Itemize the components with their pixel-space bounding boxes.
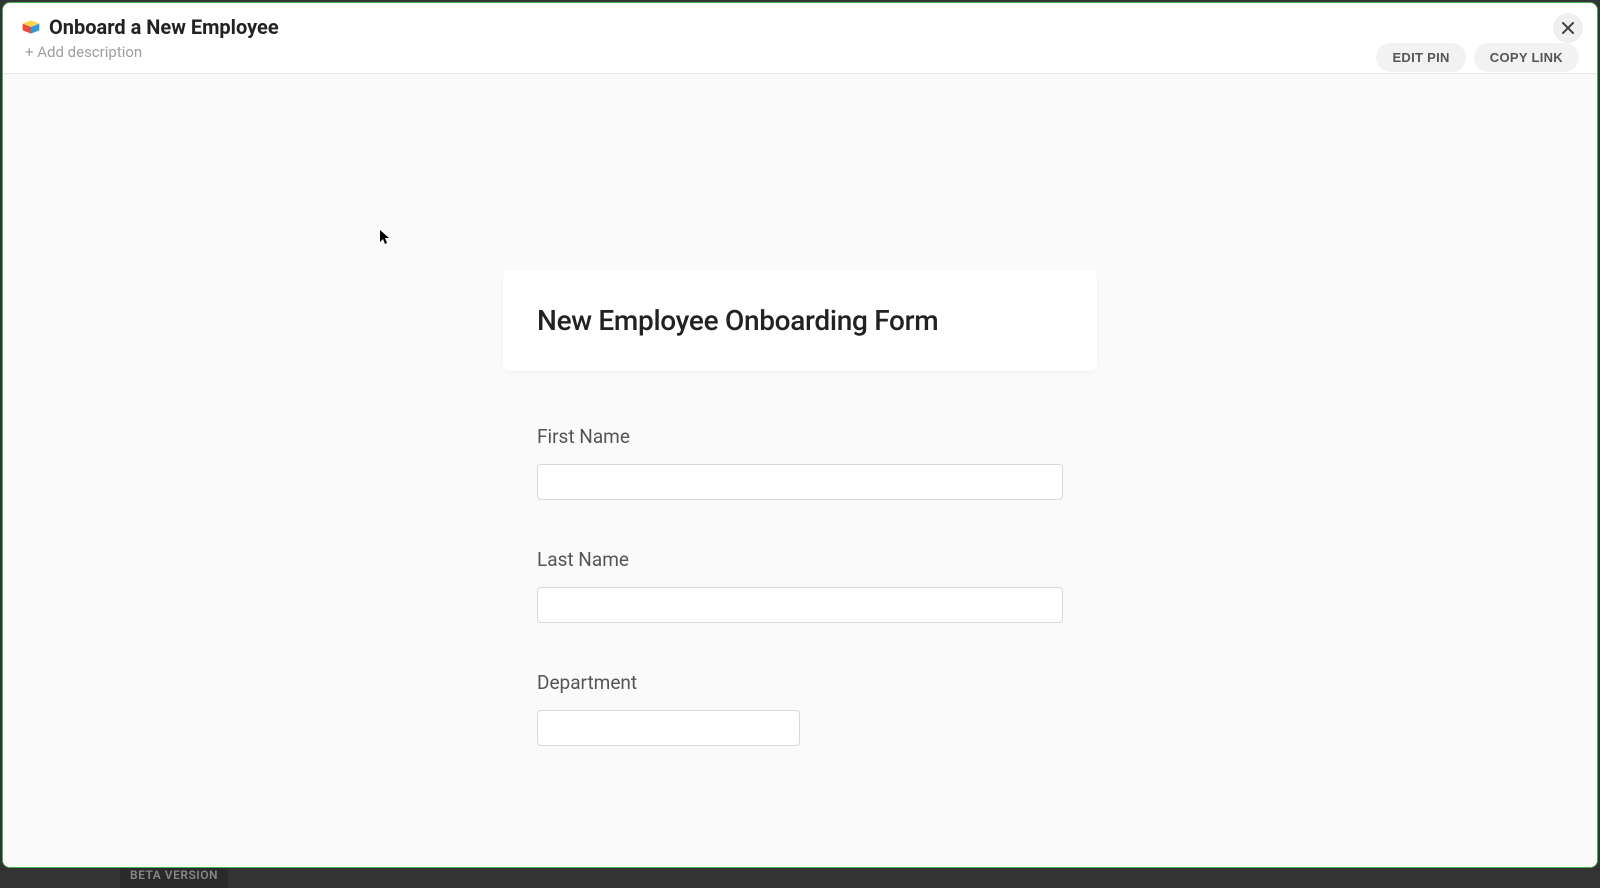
- cursor-icon: [380, 230, 392, 250]
- page-title: Onboard a New Employee: [49, 15, 279, 39]
- app-logo-icon: [21, 17, 41, 37]
- field-label: Last Name: [537, 548, 1063, 571]
- copy-link-button[interactable]: COPY LINK: [1474, 43, 1579, 72]
- close-button[interactable]: [1553, 13, 1583, 43]
- close-icon: [1562, 22, 1574, 34]
- form-title-card: New Employee Onboarding Form: [503, 270, 1097, 371]
- first-name-input[interactable]: [537, 464, 1063, 500]
- department-input[interactable]: [537, 710, 800, 746]
- modal-window: Onboard a New Employee + Add description…: [2, 2, 1598, 868]
- field-label: First Name: [537, 425, 1063, 448]
- form-title: New Employee Onboarding Form: [537, 304, 1063, 337]
- modal-header: Onboard a New Employee + Add description…: [3, 3, 1597, 74]
- field-label: Department: [537, 671, 1063, 694]
- header-title-row: Onboard a New Employee: [21, 15, 1577, 39]
- last-name-input[interactable]: [537, 587, 1063, 623]
- field-group-last-name: Last Name: [537, 548, 1063, 623]
- field-group-first-name: First Name: [537, 425, 1063, 500]
- header-actions: [1553, 13, 1583, 43]
- modal-body: New Employee Onboarding Form First Name …: [3, 74, 1597, 867]
- field-group-department: Department: [537, 671, 1063, 746]
- form-fields-container: First Name Last Name Department: [503, 425, 1097, 834]
- header-action-buttons: EDIT PIN COPY LINK: [1376, 43, 1579, 72]
- edit-pin-button[interactable]: EDIT PIN: [1376, 43, 1465, 72]
- add-description-link[interactable]: + Add description: [25, 43, 1577, 61]
